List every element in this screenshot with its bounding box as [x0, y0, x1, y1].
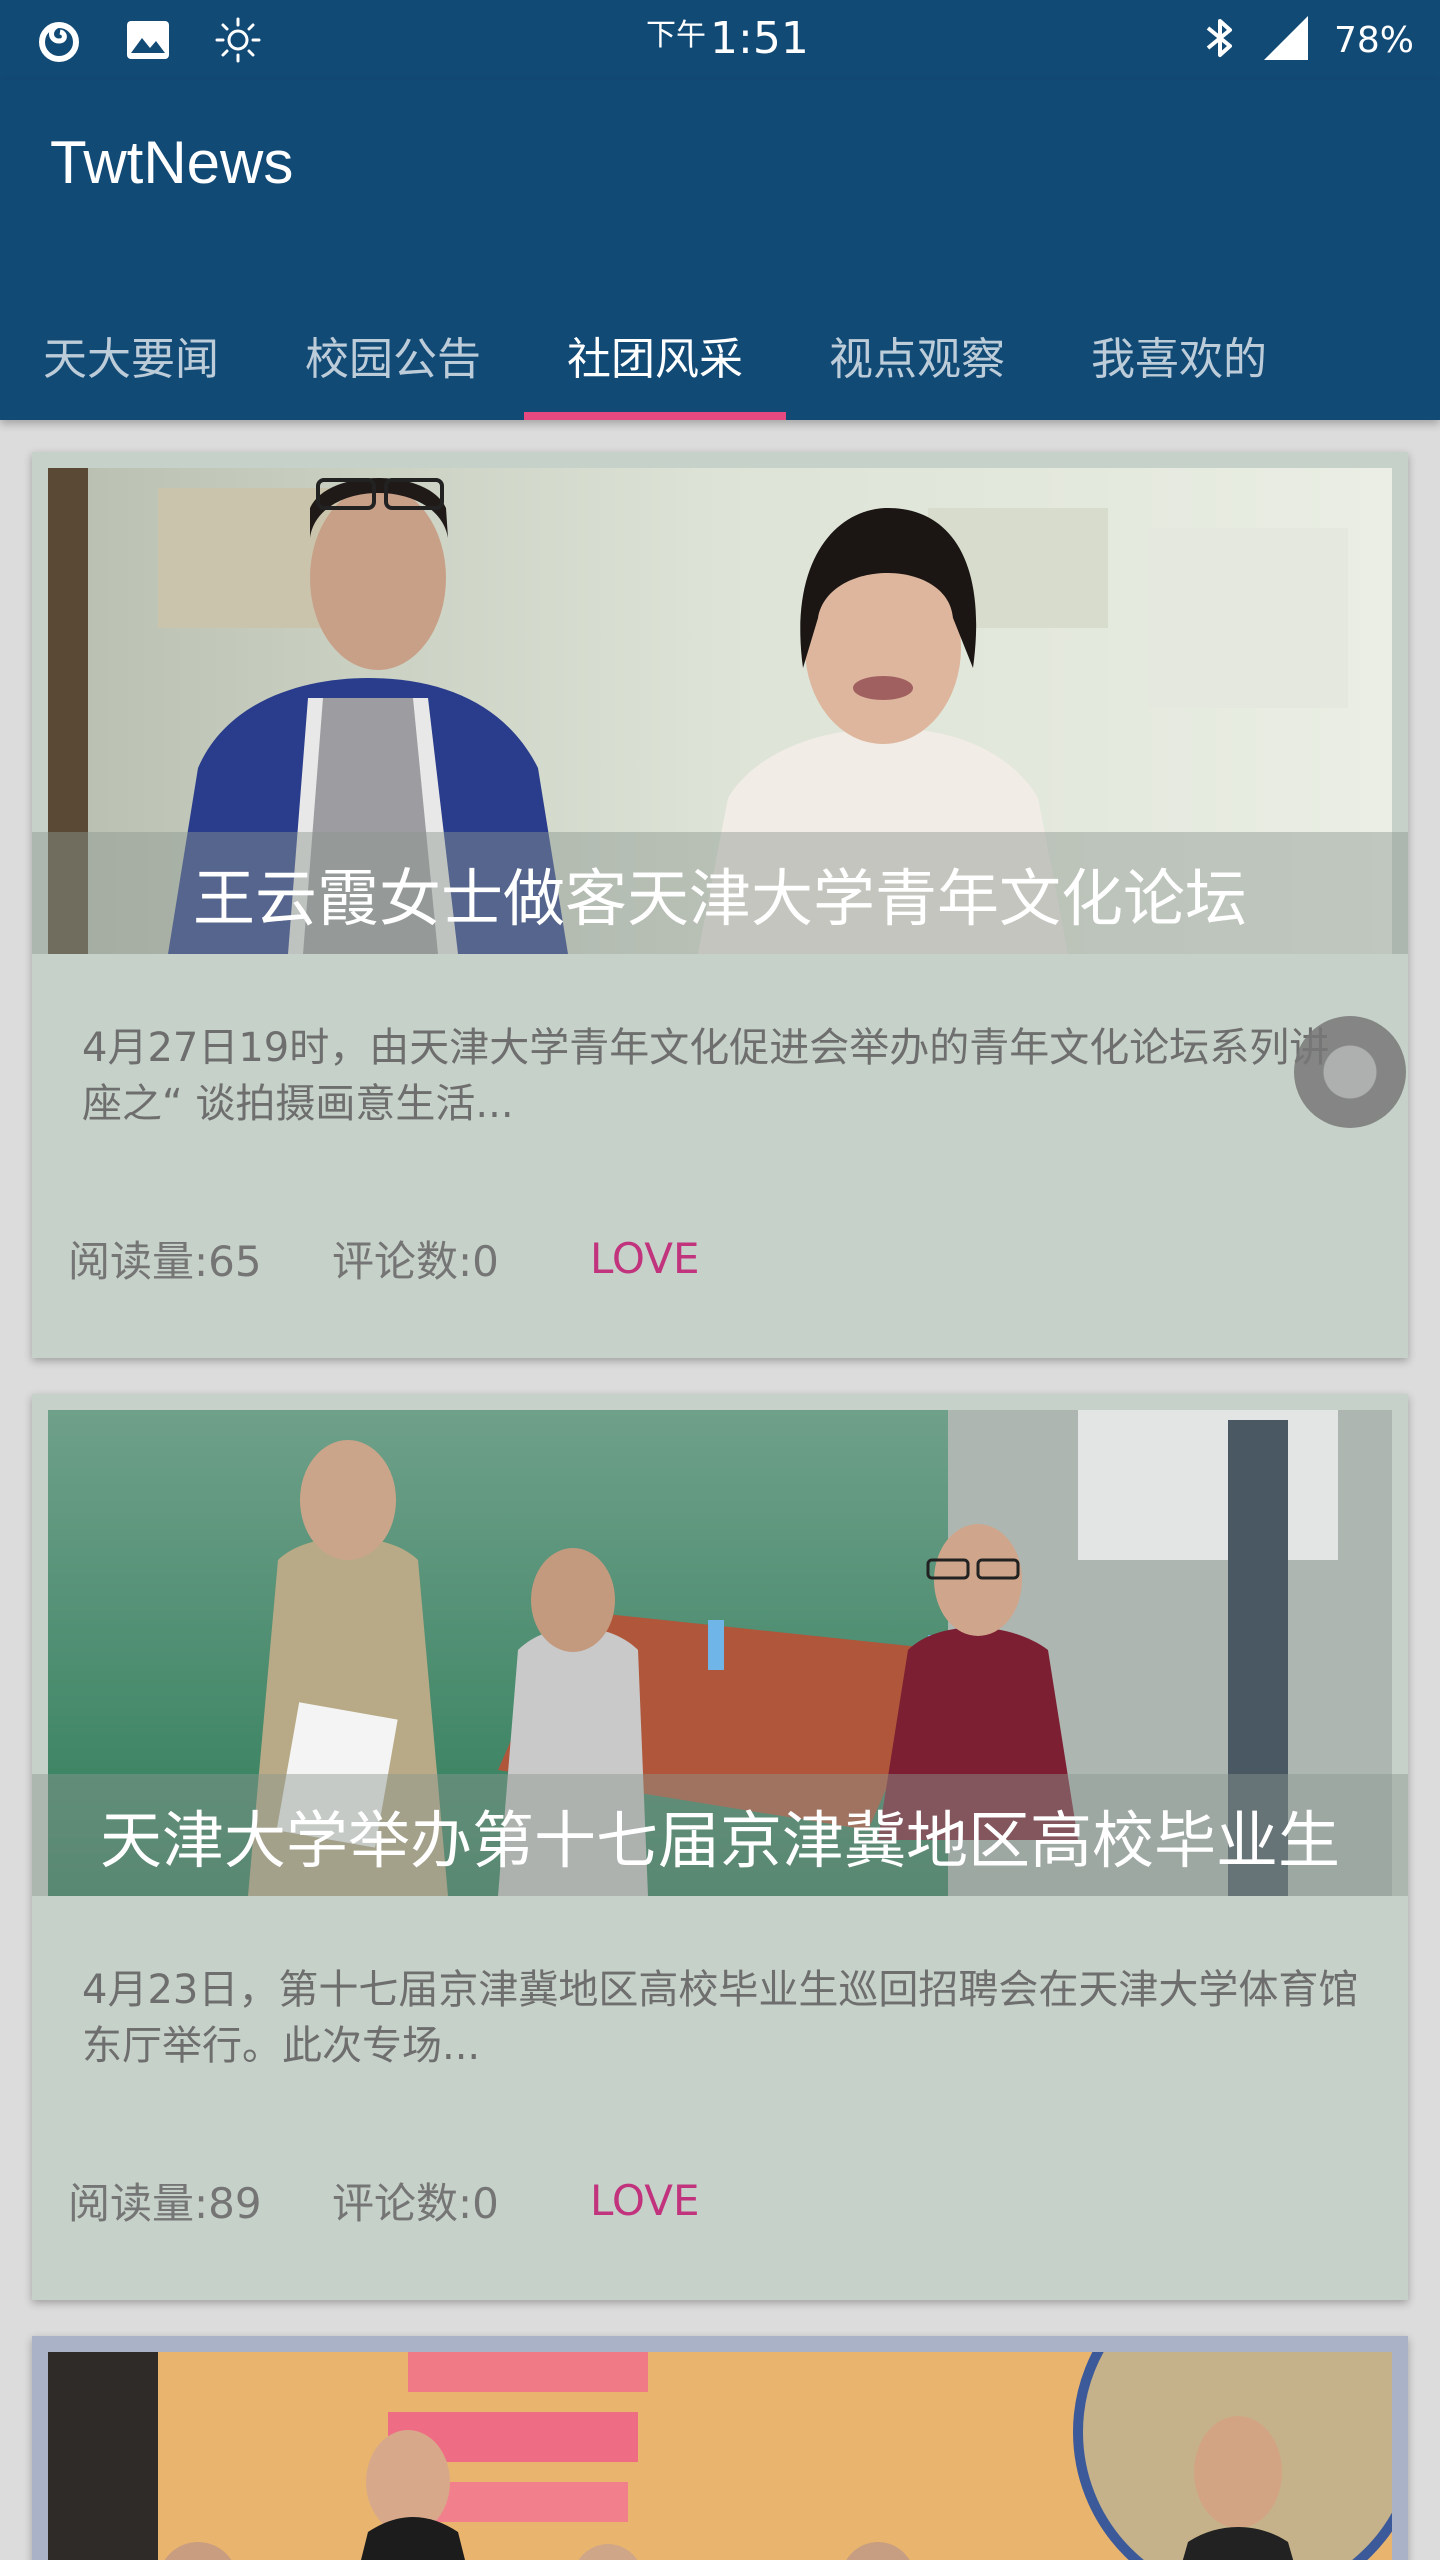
status-bar: 下午 1:51 78%	[0, 0, 1440, 80]
news-card-title: 王云霞女士做客天津大学青年文化论坛	[32, 832, 1408, 954]
status-left-icons	[36, 16, 262, 64]
news-card-meta: 阅读量:65 评论数:0 LOVE	[68, 1228, 700, 1288]
signal-icon	[1262, 14, 1310, 66]
tab-bar: 天大要闻 校园公告 社团风采 视点观察 我喜欢的	[0, 290, 1440, 420]
read-count: 阅读量:65	[68, 1236, 262, 1286]
news-card[interactable]: 天津大学举办第十七届京津冀地区高校毕业生 4月23日，第十七届京津冀地区高校毕业…	[32, 1394, 1408, 2300]
news-card-title: 天津大学举办第十七届京津冀地区高校毕业生	[32, 1774, 1408, 1896]
image-icon	[126, 20, 170, 60]
news-card-image	[48, 2352, 1392, 2560]
comment-count: 评论数:0	[332, 2178, 499, 2228]
status-ampm: 下午	[646, 18, 706, 53]
screen: 下午 1:51 78% TwtNews 天大要闻 校园公告 社团风采 视点观察	[0, 0, 1440, 2560]
brightness-icon	[214, 16, 262, 64]
tab-viewpoints[interactable]: 视点观察	[786, 290, 1048, 420]
app-title: TwtNews	[50, 129, 294, 196]
news-card-meta: 阅读量:89 评论数:0 LOVE	[68, 2170, 700, 2230]
status-time: 下午 1:51	[646, 8, 809, 64]
love-button[interactable]: LOVE	[590, 1234, 700, 1283]
status-right-icons: 78%	[1202, 14, 1414, 66]
read-count: 阅读量:89	[68, 2178, 262, 2228]
love-button[interactable]: LOVE	[590, 2176, 700, 2225]
loading-spinner-icon	[1294, 1016, 1406, 1128]
battery-level: 78%	[1333, 19, 1414, 61]
status-clock: 1:51	[710, 13, 809, 64]
news-card[interactable]	[32, 2336, 1408, 2560]
app-bar: TwtNews 天大要闻 校园公告 社团风采 视点观察 我喜欢的	[0, 80, 1440, 420]
app-logo-icon	[36, 17, 82, 63]
tab-club-showcase[interactable]: 社团风采	[524, 290, 786, 420]
tab-tianda-news[interactable]: 天大要闻	[0, 290, 262, 420]
comment-count: 评论数:0	[332, 1236, 499, 1286]
news-card[interactable]: 王云霞女士做客天津大学青年文化论坛 4月27日19时，由天津大学青年文化促进会举…	[32, 452, 1408, 1358]
news-card-summary: 4月23日，第十七届京津冀地区高校毕业生巡回招聘会在天津大学体育馆东厅举行。此次…	[82, 1967, 1359, 2069]
bluetooth-icon	[1202, 15, 1238, 65]
tab-favorites[interactable]: 我喜欢的	[1048, 290, 1310, 420]
tab-campus-notices[interactable]: 校园公告	[262, 290, 524, 420]
news-card-summary: 4月27日19时，由天津大学青年文化促进会举办的青年文化论坛系列讲座之“ 谈拍摄…	[82, 1025, 1330, 1127]
active-tab-indicator	[524, 412, 786, 420]
